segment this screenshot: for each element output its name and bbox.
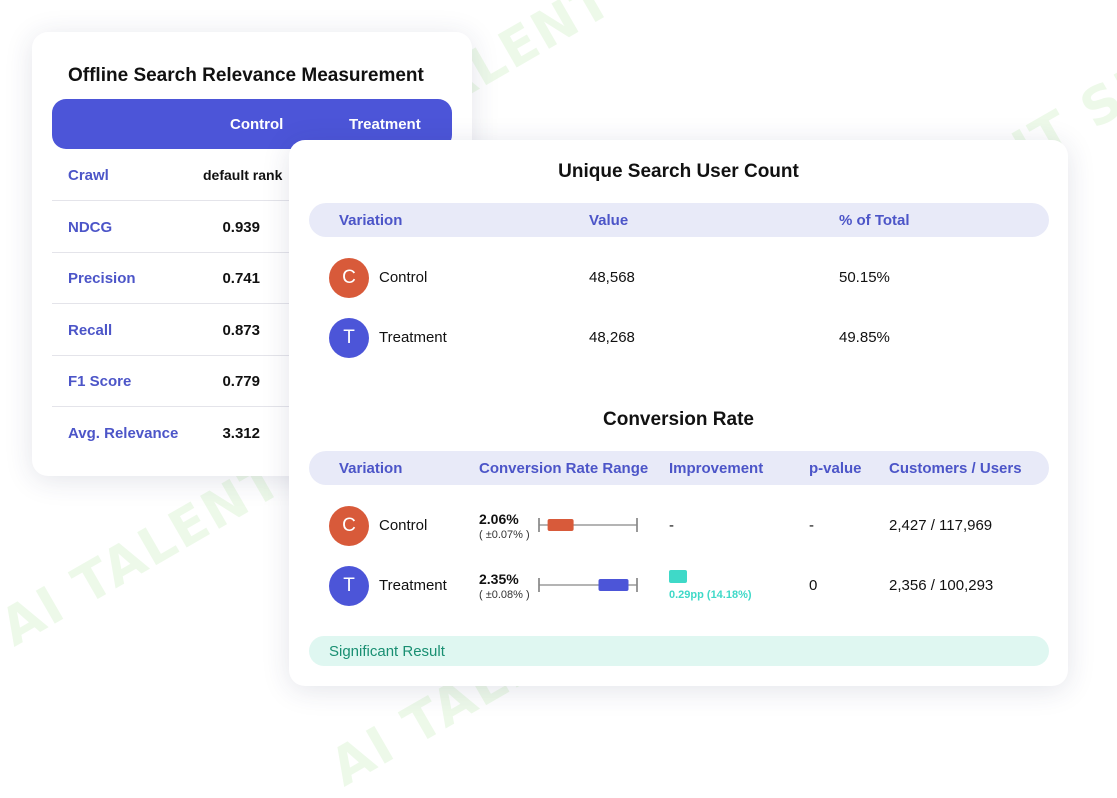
variation-name: Treatment: [379, 577, 447, 594]
column-variation: Variation: [339, 460, 403, 477]
improvement-value: -: [669, 517, 674, 534]
column-percent-total: % of Total: [839, 212, 910, 229]
p-value: -: [809, 517, 814, 534]
column-control: Control: [230, 116, 284, 133]
column-p-value: p-value: [809, 460, 862, 477]
improvement-value: 0.29pp (14.18%): [669, 589, 752, 601]
customers-users: 2,427 / 117,969: [889, 517, 993, 534]
percent-of-total: 49.85%: [839, 329, 890, 346]
column-improvement: Improvement: [669, 460, 764, 477]
improvement-indicator: [669, 570, 687, 583]
conversion-range: ( ±0.07% ): [479, 529, 530, 541]
conversion-range: ( ±0.08% ): [479, 589, 530, 601]
conversion-range-bar: [538, 578, 638, 592]
user-count: 48,568: [589, 269, 635, 286]
p-value: 0: [809, 577, 818, 594]
conversion-range-bar: [538, 518, 638, 532]
experiment-results-card: Unique Search User Count Variation Value…: [289, 140, 1068, 686]
variation-name: Control: [379, 517, 428, 534]
conversion-header: Variation Conversion Rate Range Improvem…: [309, 451, 1049, 485]
variation-name: Treatment: [379, 329, 447, 346]
unique-users-header: Variation Value % of Total: [309, 203, 1049, 237]
metric-name: F1 Score: [68, 373, 132, 390]
metric-name: Recall: [68, 322, 113, 339]
avatar: C: [329, 506, 369, 546]
avatar: T: [329, 318, 369, 358]
avatar: C: [329, 258, 369, 298]
metric-name: Crawl: [68, 167, 109, 184]
significance-label: Significant Result: [329, 643, 445, 660]
column-customers-users: Customers / Users: [889, 460, 1022, 477]
avatar: T: [329, 566, 369, 606]
customers-users: 2,356 / 100,293: [889, 577, 994, 594]
metric-name: Avg. Relevance: [68, 425, 179, 442]
metric-name: Precision: [68, 270, 136, 287]
metric-name: NDCG: [68, 219, 113, 236]
range-marker: [598, 579, 629, 591]
unique-users-title: Unique Search User Count: [558, 161, 799, 182]
metric-value: 0.873: [222, 322, 260, 339]
significance-banner: Significant Result: [309, 636, 1049, 666]
range-marker: [547, 519, 574, 531]
column-conversion-range: Conversion Rate Range: [479, 460, 649, 477]
user-count: 48,268: [589, 329, 635, 346]
variation-name: Control: [379, 269, 428, 286]
metric-value: 0.741: [222, 270, 260, 287]
conversion-rate-title: Conversion Rate: [603, 409, 754, 430]
conversion-rate: 2.06%: [479, 511, 519, 527]
column-variation: Variation: [339, 212, 403, 229]
metric-value: 0.779: [222, 373, 260, 390]
percent-of-total: 50.15%: [839, 269, 890, 286]
metric-value: default rank: [203, 167, 283, 183]
column-treatment: Treatment: [349, 116, 421, 133]
metric-value: 0.939: [222, 219, 260, 236]
conversion-rate: 2.35%: [479, 571, 519, 587]
column-value: Value: [589, 212, 629, 229]
metric-value: 3.312: [222, 425, 260, 442]
offline-card-title: Offline Search Relevance Measurement: [68, 65, 424, 86]
